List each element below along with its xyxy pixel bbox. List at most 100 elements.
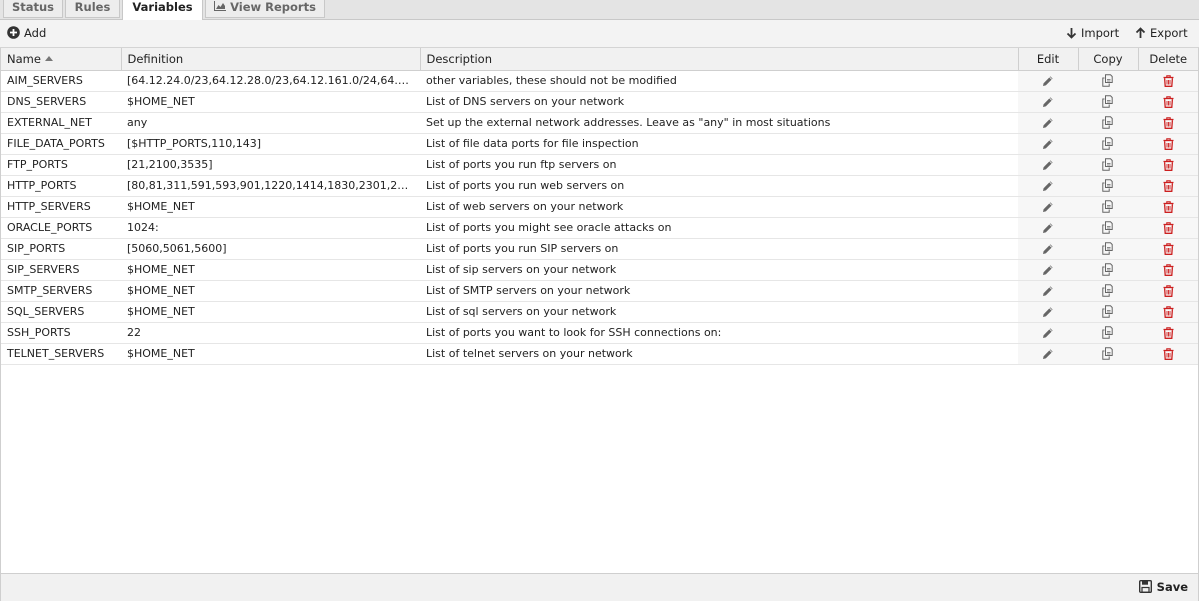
delete-button[interactable] bbox=[1138, 70, 1198, 92]
copy-button[interactable] bbox=[1078, 112, 1138, 134]
arrow-down-icon bbox=[1066, 27, 1077, 39]
export-button[interactable]: Export bbox=[1135, 20, 1188, 48]
table-row[interactable]: DNS_SERVERS $HOME_NET List of DNS servers … bbox=[1, 91, 1198, 113]
copy-icon bbox=[1101, 137, 1115, 150]
edit-button[interactable] bbox=[1018, 91, 1078, 113]
edit-button[interactable] bbox=[1018, 238, 1078, 260]
copy-button[interactable] bbox=[1078, 322, 1138, 344]
edit-button[interactable] bbox=[1018, 196, 1078, 218]
tab-rules[interactable]: Rules bbox=[65, 0, 120, 18]
table-row[interactable]: SIP_SERVERS $HOME_NET List of sip servers … bbox=[1, 259, 1198, 281]
save-button[interactable]: Save bbox=[1138, 574, 1188, 600]
variable-description: List of web servers on your network bbox=[420, 196, 1018, 218]
edit-button[interactable] bbox=[1018, 322, 1078, 344]
toolbar: Add Import Export bbox=[0, 20, 1199, 48]
copy-icon bbox=[1101, 74, 1115, 87]
copy-button[interactable] bbox=[1078, 196, 1138, 218]
copy-button[interactable] bbox=[1078, 259, 1138, 281]
column-header-description[interactable]: Description bbox=[420, 48, 1019, 71]
table-row[interactable]: FTP_PORTS [21,2100,3535] List of ports you… bbox=[1, 154, 1198, 176]
tab-status[interactable]: Status bbox=[3, 0, 63, 18]
variable-name: ORACLE_PORTS bbox=[1, 217, 121, 239]
variable-description: List of sql servers on your network bbox=[420, 301, 1018, 323]
variable-definition: any bbox=[121, 112, 420, 134]
trash-icon bbox=[1163, 326, 1174, 339]
arrow-up-icon bbox=[1135, 26, 1146, 38]
column-header-name[interactable]: Name bbox=[1, 48, 122, 71]
table-row[interactable]: EXTERNAL_NET any Set up the external netwo… bbox=[1, 112, 1198, 134]
tab-view-reports[interactable]: View Reports bbox=[205, 0, 325, 18]
delete-button[interactable] bbox=[1138, 322, 1198, 344]
variable-name: SIP_PORTS bbox=[1, 238, 121, 260]
chart-icon bbox=[214, 0, 227, 15]
delete-button[interactable] bbox=[1138, 154, 1198, 176]
variable-definition: 22 bbox=[121, 322, 420, 344]
column-header-copy-label: Copy bbox=[1093, 51, 1123, 66]
table-row[interactable]: TELNET_SERVERS $HOME_NET List of telnet se… bbox=[1, 343, 1198, 365]
plus-circle-icon bbox=[7, 26, 20, 39]
copy-button[interactable] bbox=[1078, 70, 1138, 92]
delete-button[interactable] bbox=[1138, 343, 1198, 365]
pencil-icon bbox=[1042, 221, 1054, 234]
variable-definition: [80,81,311,591,593,901,1220,1414,1830,23… bbox=[121, 175, 420, 197]
delete-button[interactable] bbox=[1138, 175, 1198, 197]
table-row[interactable]: AIM_SERVERS [64.12.24.0/23,64.12.28.0/23,… bbox=[1, 70, 1198, 92]
edit-button[interactable] bbox=[1018, 112, 1078, 134]
column-header-copy: Copy bbox=[1078, 48, 1139, 71]
delete-button[interactable] bbox=[1138, 91, 1198, 113]
table-row[interactable]: HTTP_SERVERS $HOME_NET List of web servers… bbox=[1, 196, 1198, 218]
variable-name: TELNET_SERVERS bbox=[1, 343, 121, 365]
pencil-icon bbox=[1042, 326, 1054, 339]
add-button-label: Add bbox=[24, 26, 47, 40]
variable-description: List of ports you want to look for SSH c… bbox=[420, 322, 1018, 344]
copy-button[interactable] bbox=[1078, 175, 1138, 197]
variable-name: SQL_SERVERS bbox=[1, 301, 121, 323]
table-row[interactable]: HTTP_PORTS [80,81,311,591,593,901,1220,14… bbox=[1, 175, 1198, 197]
edit-button[interactable] bbox=[1018, 217, 1078, 239]
sort-ascending-icon bbox=[44, 55, 53, 61]
copy-button[interactable] bbox=[1078, 343, 1138, 365]
delete-button[interactable] bbox=[1138, 259, 1198, 281]
edit-button[interactable] bbox=[1018, 70, 1078, 92]
table-row[interactable]: SMTP_SERVERS $HOME_NET List of SMTP server… bbox=[1, 280, 1198, 302]
edit-button[interactable] bbox=[1018, 343, 1078, 365]
table-row[interactable]: SSH_PORTS 22 List of ports you want to loo… bbox=[1, 322, 1198, 344]
copy-button[interactable] bbox=[1078, 154, 1138, 176]
delete-button[interactable] bbox=[1138, 238, 1198, 260]
edit-button[interactable] bbox=[1018, 280, 1078, 302]
copy-button[interactable] bbox=[1078, 133, 1138, 155]
copy-button[interactable] bbox=[1078, 280, 1138, 302]
table-row[interactable]: FILE_DATA_PORTS [$HTTP_PORTS,110,143] List… bbox=[1, 133, 1198, 155]
column-header-definition[interactable]: Definition bbox=[121, 48, 421, 71]
edit-button[interactable] bbox=[1018, 301, 1078, 323]
add-button[interactable]: Add bbox=[7, 20, 46, 48]
copy-button[interactable] bbox=[1078, 91, 1138, 113]
variable-name: FILE_DATA_PORTS bbox=[1, 133, 121, 155]
variable-description: List of ports you run ftp servers on bbox=[420, 154, 1018, 176]
table-row[interactable]: SQL_SERVERS $HOME_NET List of sql servers … bbox=[1, 301, 1198, 323]
delete-button[interactable] bbox=[1138, 301, 1198, 323]
tab-bar: Status Rules Variables View Reports bbox=[0, 0, 1199, 20]
tab-variables[interactable]: Variables bbox=[122, 0, 203, 20]
delete-button[interactable] bbox=[1138, 196, 1198, 218]
pencil-icon bbox=[1042, 263, 1054, 276]
delete-button[interactable] bbox=[1138, 112, 1198, 134]
delete-button[interactable] bbox=[1138, 133, 1198, 155]
copy-button[interactable] bbox=[1078, 217, 1138, 239]
delete-button[interactable] bbox=[1138, 217, 1198, 239]
edit-button[interactable] bbox=[1018, 175, 1078, 197]
table-row[interactable]: ORACLE_PORTS 1024: List of ports you might… bbox=[1, 217, 1198, 239]
variable-definition: 1024: bbox=[121, 217, 420, 239]
variable-description: other variables, these should not be mod… bbox=[420, 70, 1018, 92]
edit-button[interactable] bbox=[1018, 259, 1078, 281]
variable-description: List of ports you run SIP servers on bbox=[420, 238, 1018, 260]
floppy-disk-icon bbox=[1138, 579, 1152, 594]
delete-button[interactable] bbox=[1138, 280, 1198, 302]
trash-icon bbox=[1163, 221, 1174, 234]
edit-button[interactable] bbox=[1018, 154, 1078, 176]
edit-button[interactable] bbox=[1018, 133, 1078, 155]
copy-button[interactable] bbox=[1078, 238, 1138, 260]
copy-button[interactable] bbox=[1078, 301, 1138, 323]
table-row[interactable]: SIP_PORTS [5060,5061,5600] List of ports y… bbox=[1, 238, 1198, 260]
import-button[interactable]: Import bbox=[1066, 20, 1119, 48]
